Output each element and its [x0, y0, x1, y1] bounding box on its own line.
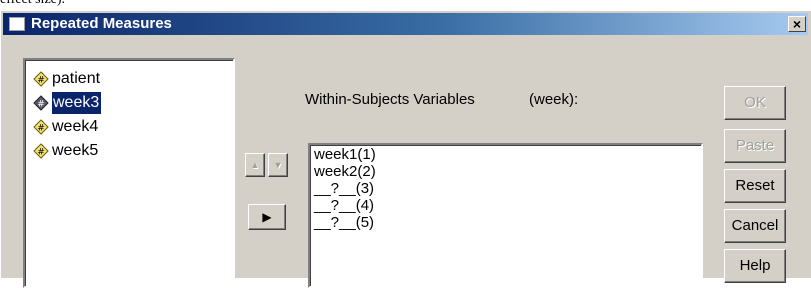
list-item[interactable]: # patient — [33, 68, 100, 90]
ok-button[interactable]: OK — [724, 86, 786, 120]
move-down-button[interactable]: ▼ — [268, 153, 288, 177]
variable-name: patient — [52, 70, 101, 87]
up-arrow-icon: ▲ — [250, 160, 260, 170]
window-icon — [9, 17, 25, 31]
list-item[interactable]: # week3 — [33, 92, 102, 114]
variable-name: week5 — [52, 142, 99, 159]
variable-name: week4 — [52, 118, 99, 135]
right-arrow-icon: ▶ — [262, 210, 272, 224]
title-bar[interactable]: Repeated Measures × — [3, 13, 808, 35]
cancel-button[interactable]: Cancel — [724, 209, 786, 243]
scale-variable-icon: # — [33, 95, 49, 111]
within-subjects-list[interactable]: week1(1) week2(2) __?__(3) __?__(4) __?_… — [308, 143, 703, 288]
within-subjects-label: Within-Subjects Variables — [305, 91, 475, 108]
close-button[interactable]: × — [788, 16, 806, 32]
paste-button[interactable]: Paste — [724, 129, 786, 163]
repeated-measures-dialog: Repeated Measures × # patient # week3 # … — [0, 10, 811, 288]
list-item[interactable]: week2(2) — [314, 163, 376, 180]
scale-variable-icon: # — [33, 119, 49, 135]
factor-label: (week): — [529, 91, 579, 108]
svg-text:#: # — [37, 76, 45, 86]
reset-button[interactable]: Reset — [724, 169, 786, 203]
list-item[interactable]: __?__(4) — [314, 197, 374, 214]
svg-text:#: # — [37, 100, 45, 110]
list-item[interactable]: __?__(3) — [314, 180, 374, 197]
move-to-within-button[interactable]: ▶ — [248, 204, 286, 230]
list-item[interactable]: # week5 — [33, 140, 98, 162]
source-variable-list[interactable]: # patient # week3 # week4 # week5 — [23, 58, 235, 288]
svg-text:#: # — [37, 124, 45, 134]
list-item[interactable]: __?__(5) — [314, 214, 374, 231]
svg-text:#: # — [37, 148, 45, 158]
down-arrow-icon: ▼ — [273, 160, 283, 170]
move-up-button[interactable]: ▲ — [245, 153, 265, 177]
scale-variable-icon: # — [33, 143, 49, 159]
background-document-text: effect size). — [0, 0, 65, 8]
list-item[interactable]: # week4 — [33, 116, 98, 138]
window-title: Repeated Measures — [31, 15, 172, 32]
list-item[interactable]: week1(1) — [314, 146, 376, 163]
scale-variable-icon: # — [33, 71, 49, 87]
variable-name: week3 — [52, 92, 102, 114]
